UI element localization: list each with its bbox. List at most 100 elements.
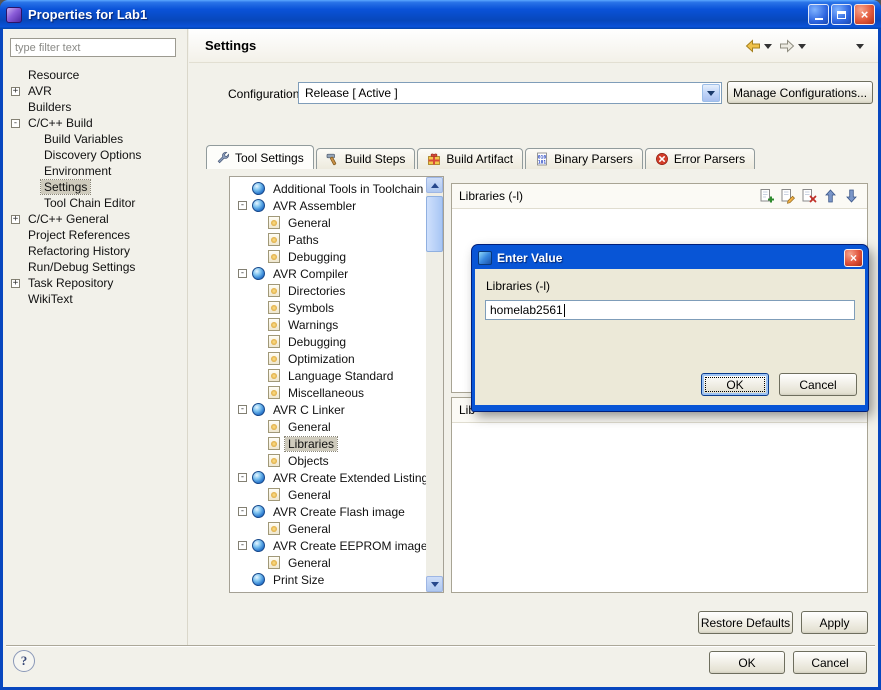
tree-item-label: C/C++ General	[25, 212, 112, 226]
tool-item-general[interactable]: General	[234, 418, 426, 435]
settings-tabs: Tool SettingsBuild Steps Build Artifact 01…	[206, 145, 757, 169]
tree-expander-icon[interactable]: +	[11, 279, 20, 288]
scrollbar[interactable]	[426, 177, 443, 592]
tree-expander-icon[interactable]: -	[238, 473, 247, 482]
apply-button[interactable]: Apply	[801, 611, 868, 634]
tool-item-avr-create-extended-listing[interactable]: -AVR Create Extended Listing	[234, 469, 426, 486]
move-up-icon[interactable]	[821, 188, 839, 205]
view-menu-icon[interactable]	[856, 44, 864, 49]
tool-item-print-size[interactable]: Print Size	[234, 571, 426, 588]
dialog-cancel-button[interactable]: Cancel	[779, 373, 857, 396]
tool-item-general[interactable]: General	[234, 520, 426, 537]
package-icon	[427, 152, 441, 166]
tree-item-label: Symbols	[285, 301, 337, 315]
help-button[interactable]: ?	[13, 650, 35, 672]
tool-item-avr-create-flash-image[interactable]: -AVR Create Flash image	[234, 503, 426, 520]
tab-build-steps[interactable]: Build Steps	[316, 148, 416, 169]
move-down-icon[interactable]	[842, 188, 860, 205]
forward-icon[interactable]	[778, 38, 806, 54]
tool-item-avr-assembler[interactable]: -AVR Assembler	[234, 197, 426, 214]
tree-expander-icon[interactable]: +	[11, 87, 20, 96]
close-button[interactable]: ×	[854, 4, 875, 25]
tool-item-avr-create-eeprom-image[interactable]: -AVR Create EEPROM image	[234, 537, 426, 554]
dialog-titlebar[interactable]: Enter Value ×	[475, 245, 865, 269]
tree-expander-icon[interactable]: -	[11, 119, 20, 128]
nav-item-build-variables[interactable]: Build Variables	[7, 131, 187, 147]
nav-item-wikitext[interactable]: WikiText	[7, 291, 187, 307]
tool-item-avr-c-linker[interactable]: -AVR C Linker	[234, 401, 426, 418]
value-input[interactable]: homelab2561	[485, 300, 855, 320]
tab-tool-settings[interactable]: Tool Settings	[206, 145, 314, 169]
nav-item-discovery-options[interactable]: Discovery Options	[7, 147, 187, 163]
tree-item-label: Build Variables	[41, 132, 126, 146]
window-titlebar[interactable]: Properties for Lab1 ×	[0, 0, 881, 29]
configuration-select[interactable]: Release [ Active ]	[298, 82, 722, 104]
restore-defaults-button[interactable]: Restore Defaults	[698, 611, 793, 634]
tool-item-avr-compiler[interactable]: -AVR Compiler	[234, 265, 426, 282]
tree-expander-icon[interactable]: -	[238, 201, 247, 210]
scrollbar-thumb[interactable]	[426, 196, 443, 252]
tool-item-language-standard[interactable]: Language Standard	[234, 367, 426, 384]
delete-icon[interactable]	[800, 188, 818, 205]
tree-expander-icon[interactable]: -	[238, 507, 247, 516]
tool-item-symbols[interactable]: Symbols	[234, 299, 426, 316]
tab-label: Build Artifact	[446, 152, 513, 166]
tool-item-general[interactable]: General	[234, 486, 426, 503]
nav-item-environment[interactable]: Environment	[7, 163, 187, 179]
enter-value-dialog: Enter Value × Libraries (-l) homelab2561…	[472, 245, 868, 411]
tool-item-general[interactable]: General	[234, 554, 426, 571]
nav-item-resource[interactable]: Resource	[7, 67, 187, 83]
nav-item-c-c-build[interactable]: -C/C++ Build	[7, 115, 187, 131]
nav-item-project-references[interactable]: Project References	[7, 227, 187, 243]
toolchain-icon	[252, 403, 265, 416]
filter-input[interactable]	[10, 38, 176, 57]
settings-page-icon	[268, 250, 280, 263]
tree-expander-icon[interactable]: -	[238, 541, 247, 550]
tree-expander-icon[interactable]: -	[238, 405, 247, 414]
nav-item-task-repository[interactable]: +Task Repository	[7, 275, 187, 291]
tool-item-miscellaneous[interactable]: Miscellaneous	[234, 384, 426, 401]
nav-item-settings[interactable]: Settings	[7, 179, 187, 195]
settings-page-icon	[268, 318, 280, 331]
tool-item-debugging[interactable]: Debugging	[234, 333, 426, 350]
dialog-ok-button[interactable]: OK	[701, 373, 769, 396]
chevron-down-icon[interactable]	[702, 84, 720, 102]
tab-build-artifact[interactable]: Build Artifact	[417, 148, 523, 169]
tree-expander-icon[interactable]: +	[11, 215, 20, 224]
tree-item-label: General	[285, 522, 334, 536]
add-icon[interactable]	[758, 188, 776, 205]
tool-item-optimization[interactable]: Optimization	[234, 350, 426, 367]
nav-item-c-c-general[interactable]: + C/C++ General	[7, 211, 187, 227]
tool-item-general[interactable]: General	[234, 214, 426, 231]
chevron-down-icon	[764, 44, 772, 49]
nav-item-run-debug-settings[interactable]: Run/Debug Settings	[7, 259, 187, 275]
tool-item-additional-tools-in-toolchain[interactable]: Additional Tools in Toolchain	[234, 180, 426, 197]
tool-item-libraries[interactable]: Libraries	[234, 435, 426, 452]
tool-item-paths[interactable]: Paths	[234, 231, 426, 248]
manage-configurations-button[interactable]: Manage Configurations...	[727, 81, 873, 104]
hammer-icon	[326, 152, 340, 166]
maximize-button[interactable]	[831, 4, 852, 25]
back-icon[interactable]	[744, 38, 772, 54]
dialog-close-button[interactable]: ×	[844, 249, 863, 267]
settings-page-icon	[268, 301, 280, 314]
nav-item-refactoring-history[interactable]: Refactoring History	[7, 243, 187, 259]
scroll-up-icon[interactable]	[426, 177, 443, 193]
nav-item-avr[interactable]: +AVR	[7, 83, 187, 99]
tool-item-debugging[interactable]: Debugging	[234, 248, 426, 265]
ok-button[interactable]: OK	[709, 651, 785, 674]
nav-item-builders[interactable]: Builders	[7, 99, 187, 115]
tool-item-directories[interactable]: Directories	[234, 282, 426, 299]
tool-item-objects[interactable]: Objects	[234, 452, 426, 469]
minimize-button[interactable]	[808, 4, 829, 25]
page-nav-tools	[744, 38, 864, 54]
nav-item-tool-chain-editor[interactable]: Tool Chain Editor	[7, 195, 187, 211]
cancel-button[interactable]: Cancel	[793, 651, 867, 674]
tab-binary-parsers[interactable]: 010101Binary Parsers	[525, 148, 643, 169]
tree-expander-icon[interactable]: -	[238, 269, 247, 278]
edit-icon[interactable]	[779, 188, 797, 205]
tool-item-warnings[interactable]: Warnings	[234, 316, 426, 333]
scroll-down-icon[interactable]	[426, 576, 443, 592]
tab-error-parsers[interactable]: Error Parsers	[645, 148, 755, 169]
libraries-group-header: Libraries (-l)	[452, 184, 867, 209]
